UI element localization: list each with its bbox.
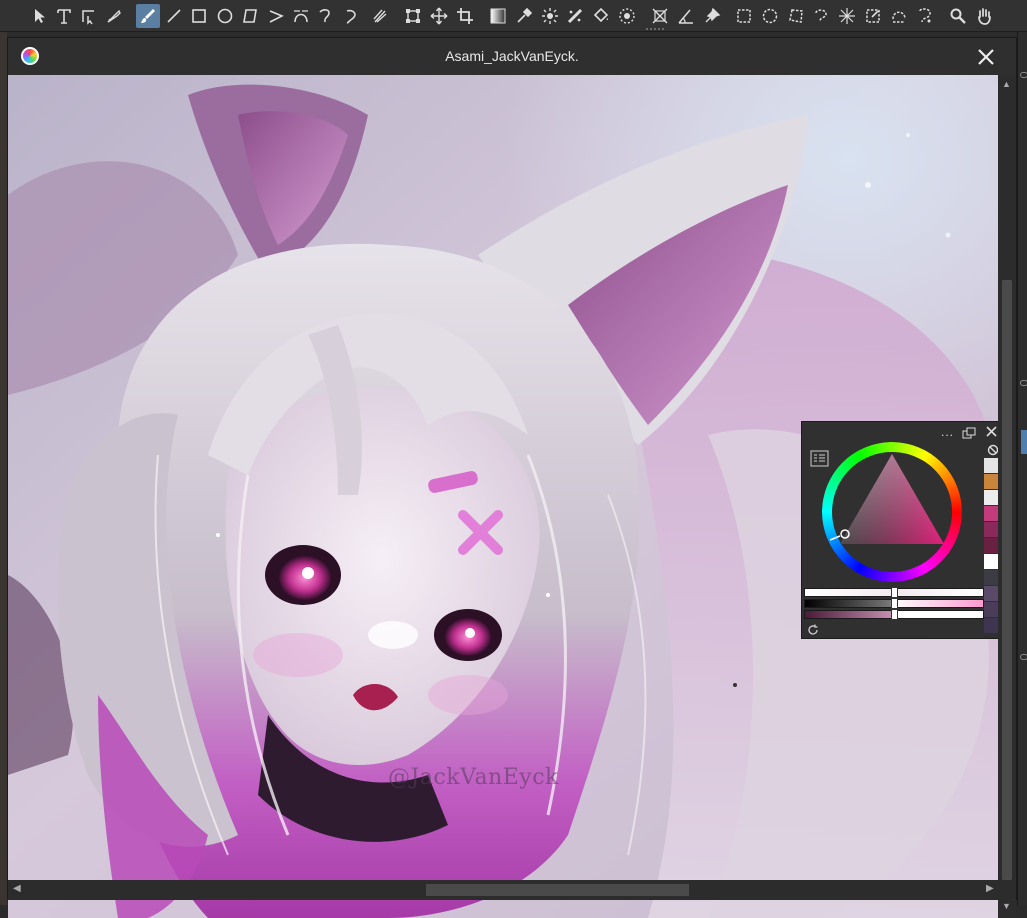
rect-select-icon[interactable] bbox=[732, 4, 756, 28]
docker-toggle-icon[interactable] bbox=[1020, 72, 1027, 78]
docker-active-indicator bbox=[1021, 430, 1027, 454]
no-color-icon[interactable] bbox=[984, 442, 998, 457]
reference-icon[interactable] bbox=[700, 4, 724, 28]
smart-patch-icon[interactable] bbox=[563, 4, 587, 28]
panel-options-button[interactable]: ... bbox=[941, 425, 954, 439]
bezier-select-icon[interactable] bbox=[887, 4, 911, 28]
polygon-select-icon[interactable] bbox=[784, 4, 808, 28]
polyline-tool-icon[interactable] bbox=[264, 4, 288, 28]
color-swatch[interactable] bbox=[984, 506, 998, 521]
artwork-watermark: @JackVanEyck bbox=[388, 765, 559, 790]
line-tool-icon[interactable] bbox=[162, 4, 186, 28]
color-swatch[interactable] bbox=[984, 474, 998, 489]
multibrush-icon[interactable] bbox=[368, 4, 392, 28]
left-docker-edge bbox=[0, 32, 7, 905]
freehand-select-icon[interactable] bbox=[809, 4, 833, 28]
freehand-path-icon[interactable] bbox=[314, 4, 338, 28]
similar-select-icon[interactable] bbox=[861, 4, 885, 28]
vertical-scrollbar[interactable]: ▲ ▼ bbox=[998, 75, 1016, 918]
assistant-tool-icon[interactable] bbox=[648, 4, 672, 28]
toolbar-handle bbox=[4, 4, 28, 28]
right-docker-edge bbox=[1017, 32, 1027, 905]
scroll-down-icon[interactable]: ▼ bbox=[1002, 901, 1011, 911]
hue-ring-triangle[interactable] bbox=[822, 442, 962, 582]
lightness-slider[interactable] bbox=[804, 587, 984, 598]
document-window: Asami_JackVanEyck. @JackVanEyck ... ▲ ▼ … bbox=[7, 37, 1017, 918]
docker-toggle-icon[interactable] bbox=[1020, 654, 1027, 660]
polygon-tool-icon[interactable] bbox=[238, 4, 262, 28]
contiguous-select-icon[interactable] bbox=[835, 4, 859, 28]
enclose-fill-icon[interactable] bbox=[615, 4, 639, 28]
color-swatch[interactable] bbox=[984, 522, 998, 537]
magnetic-select-icon[interactable] bbox=[913, 4, 937, 28]
color-sliders bbox=[804, 587, 984, 621]
scroll-left-icon[interactable]: ◀ bbox=[13, 883, 21, 894]
slider-handle[interactable] bbox=[891, 587, 898, 598]
move-tool-icon[interactable] bbox=[28, 4, 52, 28]
close-icon[interactable] bbox=[976, 47, 996, 67]
measure-icon[interactable] bbox=[674, 4, 698, 28]
color-sampler-icon[interactable] bbox=[512, 4, 536, 28]
advanced-color-selector-panel: ... bbox=[801, 421, 998, 639]
document-titlebar: Asami_JackVanEyck. bbox=[8, 38, 1016, 75]
color-swatch[interactable] bbox=[984, 538, 998, 553]
document-title: Asami_JackVanEyck. bbox=[445, 48, 579, 64]
pan-icon[interactable] bbox=[972, 4, 996, 28]
scroll-right-icon[interactable]: ▶ bbox=[986, 883, 994, 894]
scrollbar-thumb[interactable] bbox=[426, 884, 689, 896]
scrollbar-thumb[interactable] bbox=[1002, 280, 1012, 880]
color-swatch[interactable] bbox=[984, 458, 998, 473]
horizontal-scrollbar[interactable]: ◀ ▶ bbox=[8, 880, 1016, 900]
rectangle-tool-icon[interactable] bbox=[187, 4, 211, 28]
move-layer-icon[interactable] bbox=[427, 4, 451, 28]
slider-handle[interactable] bbox=[891, 598, 898, 609]
calligraphy-icon[interactable] bbox=[102, 4, 126, 28]
colorize-mask-icon[interactable] bbox=[538, 4, 562, 28]
refresh-icon[interactable] bbox=[807, 624, 819, 636]
ellipse-select-icon[interactable] bbox=[758, 4, 782, 28]
gradient-icon[interactable] bbox=[486, 4, 510, 28]
dynamic-brush-icon[interactable] bbox=[340, 4, 364, 28]
color-swatch[interactable] bbox=[984, 618, 998, 633]
color-history-swatches bbox=[984, 442, 998, 638]
color-swatch[interactable] bbox=[984, 570, 998, 585]
color-swatch[interactable] bbox=[984, 554, 998, 569]
zoom-icon[interactable] bbox=[946, 4, 970, 28]
value-slider[interactable] bbox=[804, 609, 984, 620]
scroll-up-icon[interactable]: ▲ bbox=[1002, 79, 1011, 89]
docker-toggle-icon[interactable] bbox=[1020, 380, 1027, 386]
drawing-canvas[interactable]: @JackVanEyck ... bbox=[8, 75, 998, 918]
close-panel-icon[interactable] bbox=[985, 425, 998, 438]
color-swatch[interactable] bbox=[984, 586, 998, 601]
tool-options-toolbar bbox=[0, 0, 1027, 32]
transform-icon[interactable] bbox=[401, 4, 425, 28]
float-panel-icon[interactable] bbox=[962, 427, 976, 439]
color-swatch[interactable] bbox=[984, 602, 998, 617]
saturation-slider[interactable] bbox=[804, 598, 984, 609]
crop-icon[interactable] bbox=[453, 4, 477, 28]
edit-shapes-icon[interactable] bbox=[77, 4, 101, 28]
ellipse-tool-icon[interactable] bbox=[213, 4, 237, 28]
slider-handle[interactable] bbox=[891, 609, 898, 620]
freehand-brush-icon[interactable] bbox=[136, 4, 160, 28]
color-swatch[interactable] bbox=[984, 490, 998, 505]
fill-icon[interactable] bbox=[589, 4, 613, 28]
toolbar-grip[interactable] bbox=[646, 28, 664, 32]
bezier-curve-icon[interactable] bbox=[289, 4, 313, 28]
text-tool-icon[interactable] bbox=[52, 4, 76, 28]
